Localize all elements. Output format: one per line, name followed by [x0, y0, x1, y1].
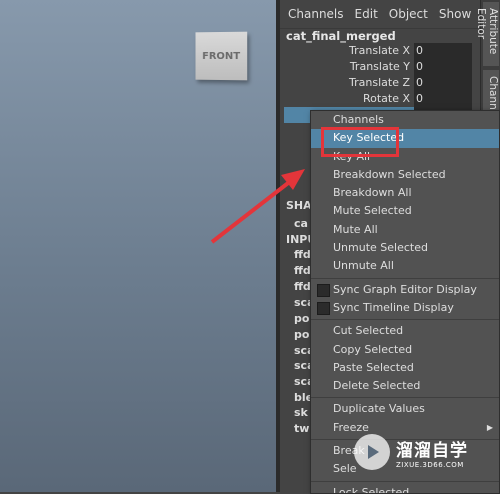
menu-item-label: Delete Selected	[333, 379, 420, 392]
menu-separator	[311, 397, 499, 398]
menu-item-sync-timeline-display[interactable]: Sync Timeline Display	[311, 299, 499, 317]
input-node-label[interactable]: ffd	[294, 280, 311, 293]
channel-row[interactable]: Translate Z0	[284, 75, 472, 91]
menu-channels[interactable]: Channels	[288, 7, 344, 21]
menu-item-label: Cut Selected	[333, 324, 403, 337]
watermark-url: ZIXUE.3D66.COM	[396, 461, 468, 469]
object-name[interactable]: cat_final_merged	[286, 29, 396, 43]
menu-separator	[311, 278, 499, 279]
channel-box-menubar: Channels Edit Object Show	[280, 0, 480, 29]
channel-value-field[interactable]: 0	[414, 75, 472, 91]
channel-value-field[interactable]: 0	[414, 59, 472, 75]
channel-value-field[interactable]: 0	[414, 43, 472, 59]
channel-name[interactable]: Rotate X	[284, 91, 414, 107]
menu-item-label: Copy Selected	[333, 343, 412, 356]
menu-show[interactable]: Show	[439, 7, 471, 21]
channel-row[interactable]: Translate Y0	[284, 59, 472, 75]
menu-item-paste-selected[interactable]: Paste Selected	[311, 359, 499, 377]
menu-item-unmute-all[interactable]: Unmute All	[311, 257, 499, 275]
menu-item-mute-all[interactable]: Mute All	[311, 221, 499, 239]
menu-object[interactable]: Object	[389, 7, 428, 21]
menu-item-label: Breakdown Selected	[333, 168, 446, 181]
menu-item-label: Sync Graph Editor Display	[333, 283, 477, 296]
menu-item-label: Breakdown All	[333, 186, 412, 199]
watermark-title: 溜溜自学	[396, 436, 468, 461]
checkbox[interactable]	[317, 284, 330, 297]
watermark: 溜溜自学 ZIXUE.3D66.COM	[354, 430, 472, 474]
input-node-label[interactable]: tw	[294, 422, 309, 435]
menu-separator	[311, 481, 499, 482]
menu-item-lock-selected[interactable]: Lock Selected	[311, 484, 499, 494]
input-node-label[interactable]: SHA	[286, 199, 312, 212]
menu-item-label: Channels	[333, 113, 384, 126]
channel-value-field[interactable]: 0	[414, 91, 472, 107]
channel-name[interactable]: Translate Y	[284, 59, 414, 75]
menu-item-unmute-selected[interactable]: Unmute Selected	[311, 239, 499, 257]
menu-item-label: Mute Selected	[333, 204, 412, 217]
menu-item-breakdown-all[interactable]: Breakdown All	[311, 184, 499, 202]
menu-item-label: Paste Selected	[333, 361, 414, 374]
input-node-label[interactable]: ca	[294, 217, 308, 230]
channel-row[interactable]: Translate X0	[284, 43, 472, 59]
menu-item-cut-selected[interactable]: Cut Selected	[311, 322, 499, 340]
annotation-highlight-box	[321, 127, 399, 157]
menu-item-label: Lock Selected	[333, 486, 409, 494]
submenu-arrow-icon: ▶	[487, 419, 493, 437]
menu-item-label: Sync Timeline Display	[333, 301, 454, 314]
menu-item-sync-graph-editor-display[interactable]: Sync Graph Editor Display	[311, 281, 499, 299]
view-cube-front[interactable]: FRONT	[195, 32, 247, 81]
menu-item-label: Mute All	[333, 223, 378, 236]
input-node-label[interactable]: ffd	[294, 248, 311, 261]
play-logo-icon	[354, 434, 390, 470]
input-node-label[interactable]: ffd	[294, 264, 311, 277]
input-node-label[interactable]: sk	[294, 406, 308, 419]
viewport-panel[interactable]: FRONT	[0, 0, 276, 492]
menu-item-breakdown-selected[interactable]: Breakdown Selected	[311, 166, 499, 184]
menu-edit[interactable]: Edit	[355, 7, 378, 21]
menu-item-mute-selected[interactable]: Mute Selected	[311, 202, 499, 220]
menu-item-label: Unmute All	[333, 259, 394, 272]
menu-item-label: Duplicate Values	[333, 402, 425, 415]
menu-item-label: Unmute Selected	[333, 241, 428, 254]
menu-item-duplicate-values[interactable]: Duplicate Values	[311, 400, 499, 418]
channel-row[interactable]: Rotate X0	[284, 91, 472, 107]
menu-item-delete-selected[interactable]: Delete Selected	[311, 377, 499, 395]
menu-separator	[311, 319, 499, 320]
channel-name[interactable]: Translate X	[284, 43, 414, 59]
tab-attribute-editor[interactable]: Attribute Editor	[483, 2, 499, 66]
checkbox[interactable]	[317, 302, 330, 315]
menu-item-copy-selected[interactable]: Copy Selected	[311, 341, 499, 359]
channel-name[interactable]: Translate Z	[284, 75, 414, 91]
